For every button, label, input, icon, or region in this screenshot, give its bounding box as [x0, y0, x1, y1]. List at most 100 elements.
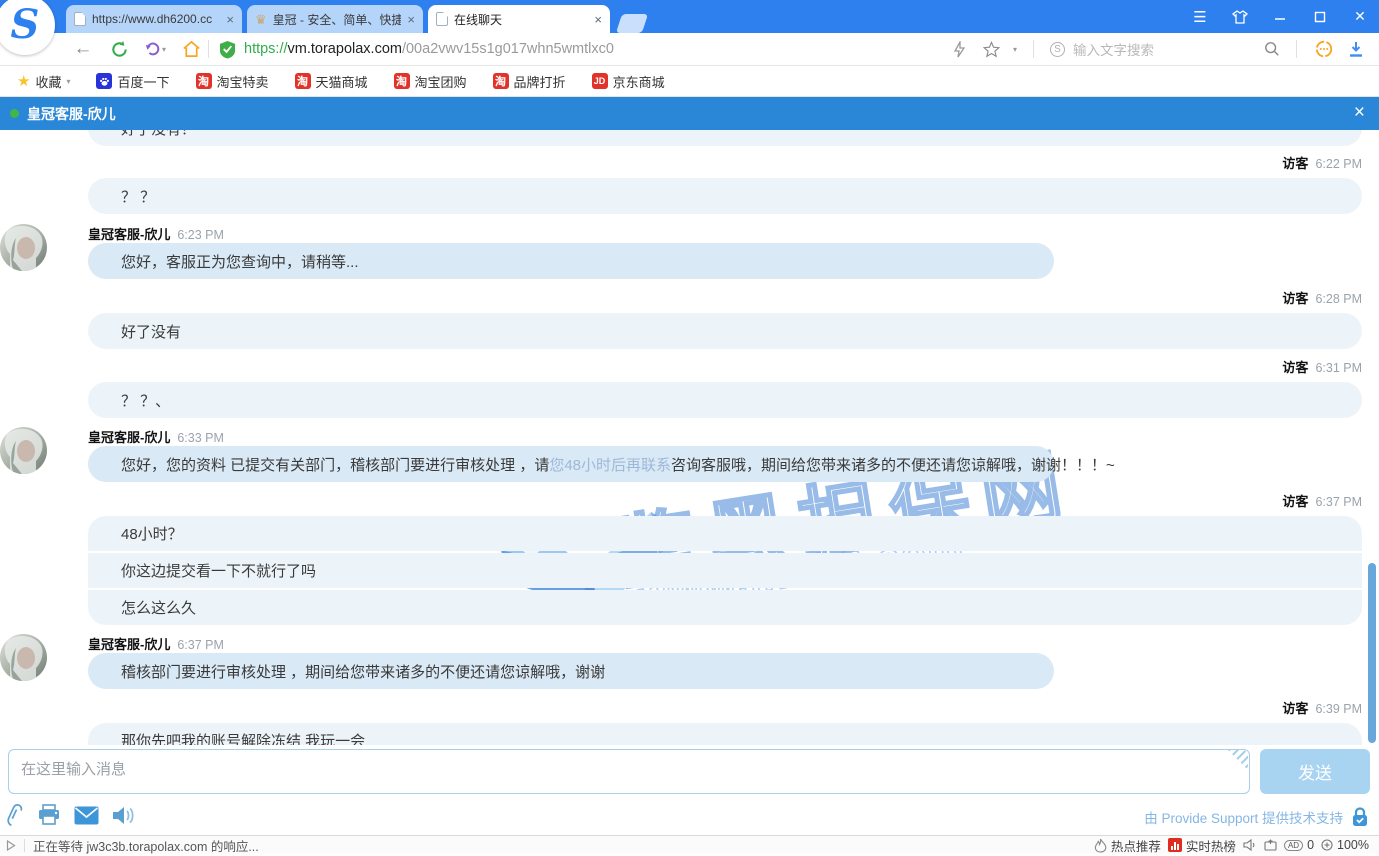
- agent-name: 皇冠客服-欣儿: [88, 634, 170, 653]
- visitor-label: 访客 6:37 PM: [0, 491, 1379, 510]
- download-icon[interactable]: [1345, 38, 1367, 60]
- agent-avatar: [0, 224, 47, 271]
- provider-credit: 由 Provide Support 提供技术支持: [1144, 807, 1369, 827]
- bookmark-baidu[interactable]: 百度一下: [87, 69, 178, 93]
- visitor-bubble-group: 那你先吧我的账号解除冻结 我玩一会 我不取钱: [88, 723, 1362, 745]
- bookmark-taobao-tuangou[interactable]: 淘 淘宝团购: [385, 69, 476, 93]
- visitor-bubble: 48小时？: [88, 516, 1362, 551]
- url-text[interactable]: https://vm.torapolax.com/00a2vwv15s1g017…: [244, 41, 614, 57]
- zoom-control[interactable]: 100%: [1321, 838, 1369, 852]
- scrollbar-thumb[interactable]: [1368, 563, 1376, 743]
- tab-title: 皇冠 - 安全、简单、快捷: [273, 11, 402, 28]
- secure-lock-icon: [1351, 807, 1369, 827]
- restore-closed-button[interactable]: ▾: [144, 38, 166, 60]
- tab-huangguan[interactable]: ♛ 皇冠 - 安全、简单、快捷 ×: [247, 5, 423, 33]
- star-icon: ★: [17, 72, 30, 90]
- search-icon[interactable]: [1264, 41, 1280, 57]
- credit-text[interactable]: 由 Provide Support 提供技术支持: [1144, 807, 1343, 827]
- zoom-plus-icon: [1321, 839, 1333, 851]
- tab-close-icon[interactable]: ×: [407, 12, 415, 27]
- search-input[interactable]: 输入文字搜索: [1073, 39, 1256, 59]
- chat-close-icon[interactable]: ×: [1354, 103, 1365, 122]
- sound-icon[interactable]: [112, 805, 136, 826]
- window-controls: ☰ ✕: [1191, 0, 1369, 33]
- tab-close-icon[interactable]: ×: [594, 12, 602, 27]
- chat-toolbar: 由 Provide Support 提供技术支持: [0, 797, 1379, 835]
- play-status-icon: [6, 840, 16, 851]
- visitor-bubble-clipped: 好了没有？: [88, 130, 1362, 146]
- new-tab-button[interactable]: [616, 14, 648, 33]
- tab-online-chat-active[interactable]: 在线聊天 ×: [428, 5, 610, 33]
- message-center-icon[interactable]: [1313, 38, 1335, 60]
- screenshot-button[interactable]: [1264, 839, 1277, 851]
- attachment-paperclip-icon[interactable]: [4, 803, 24, 827]
- chevron-down-icon[interactable]: ▾: [162, 45, 166, 54]
- visitor-bubble: ？ ？: [88, 178, 1362, 214]
- visitor-label: 访客 6:31 PM: [0, 357, 1379, 376]
- visitor-label: 访客 6:28 PM: [0, 288, 1379, 307]
- hot-list-button[interactable]: 实时热榜: [1168, 836, 1236, 855]
- agent-avatar: [0, 634, 47, 681]
- taobao-icon: 淘: [196, 73, 212, 89]
- divider: [24, 839, 25, 852]
- print-icon[interactable]: [37, 804, 61, 826]
- bookmark-label: 淘宝特卖: [217, 72, 269, 91]
- back-button[interactable]: ←: [72, 38, 94, 60]
- favorites-menu[interactable]: ★ 收藏 ▾: [8, 69, 79, 93]
- bookmark-pinpai[interactable]: 淘 品牌打折: [484, 69, 575, 93]
- loading-status-text: 正在等待 jw3c3b.torapolax.com 的响应...: [33, 836, 259, 855]
- ad-block-counter[interactable]: AD 0: [1284, 838, 1314, 852]
- tab-dh6200[interactable]: https://www.dh6200.cc ×: [66, 5, 242, 33]
- agent-message-group: 皇冠客服-欣儿 6:33 PM 您好，您的资料 已提交有关部门，稽核部门要进行审…: [0, 427, 1379, 482]
- timestamp: 6:37 PM: [177, 638, 224, 652]
- divider: [1033, 40, 1034, 58]
- zoom-level-text: 100%: [1337, 838, 1369, 852]
- status-left: 正在等待 jw3c3b.torapolax.com 的响应...: [0, 836, 1094, 855]
- sound-toggle-button[interactable]: [1243, 839, 1257, 851]
- divider: [208, 40, 209, 58]
- agent-message-group: 皇冠客服-欣儿 6:23 PM 您好，客服正为您查询中，请稍等...: [0, 224, 1379, 279]
- bookmark-tmall[interactable]: 淘 天猫商城: [286, 69, 377, 93]
- timestamp: 6:31 PM: [1315, 361, 1362, 375]
- page-favicon: [436, 12, 448, 26]
- tab-close-icon[interactable]: ×: [226, 12, 234, 27]
- hot-recommend-button[interactable]: 热点推荐: [1094, 836, 1161, 855]
- chevron-down-icon[interactable]: ▾: [1013, 45, 1017, 54]
- page-favicon: [74, 12, 86, 26]
- visitor-bubble: 好了没有: [88, 313, 1362, 349]
- visitor-bubble: 怎么这么久: [88, 590, 1362, 625]
- agent-bubble: 您好，您的资料 已提交有关部门，稽核部门要进行审核处理 ，请您48小时后再联系咨…: [88, 446, 1054, 482]
- email-icon[interactable]: [74, 806, 99, 825]
- chat-message-area: 鉴黑担保网 www.jhdb8.com 好了没有？ 访客 6:22 PM ？ ？…: [0, 130, 1379, 745]
- security-shield-icon: [219, 40, 236, 59]
- bookmark-label: 百度一下: [117, 72, 169, 91]
- agent-name: 皇冠客服-欣儿: [88, 224, 170, 243]
- bookmark-label: 淘宝团购: [415, 72, 467, 91]
- maximize-icon[interactable]: [1311, 8, 1329, 26]
- tab-strip: https://www.dh6200.cc × ♛ 皇冠 - 安全、简单、快捷 …: [66, 0, 645, 33]
- reload-button[interactable]: [108, 38, 130, 60]
- search-box[interactable]: S 输入文字搜索: [1050, 39, 1280, 59]
- message-input[interactable]: 在这里输入消息: [8, 749, 1250, 794]
- visitor-bubble: 那你先吧我的账号解除冻结 我玩一会: [88, 723, 1362, 745]
- agent-name: 皇冠客服-欣儿: [88, 427, 170, 446]
- send-button[interactable]: 发送: [1260, 749, 1370, 794]
- taobao-icon: 淘: [295, 73, 311, 89]
- baidu-paw-icon: [96, 73, 112, 89]
- divider: [1296, 40, 1297, 58]
- minimize-icon[interactable]: [1271, 8, 1289, 26]
- close-window-icon[interactable]: ✕: [1351, 8, 1369, 26]
- speed-lightning-icon[interactable]: [949, 38, 971, 60]
- bookmark-taobao-tejia[interactable]: 淘 淘宝特卖: [187, 69, 278, 93]
- menu-icon[interactable]: ☰: [1191, 8, 1209, 26]
- skin-shirt-icon[interactable]: [1231, 8, 1249, 26]
- chat-agent-title: 皇冠客服-欣儿: [27, 104, 116, 124]
- timestamp: 6:33 PM: [177, 431, 224, 445]
- bar-chart-icon: [1168, 838, 1182, 852]
- visitor-label: 访客 6:22 PM: [0, 153, 1379, 172]
- home-button[interactable]: [180, 38, 202, 60]
- favorite-star-icon[interactable]: [981, 38, 1003, 60]
- bookmark-jd[interactable]: JD 京东商城: [583, 69, 674, 93]
- agent-name-row: 皇冠客服-欣儿 6:23 PM: [88, 224, 1379, 240]
- address-bar[interactable]: https://vm.torapolax.com/00a2vwv15s1g017…: [219, 40, 949, 59]
